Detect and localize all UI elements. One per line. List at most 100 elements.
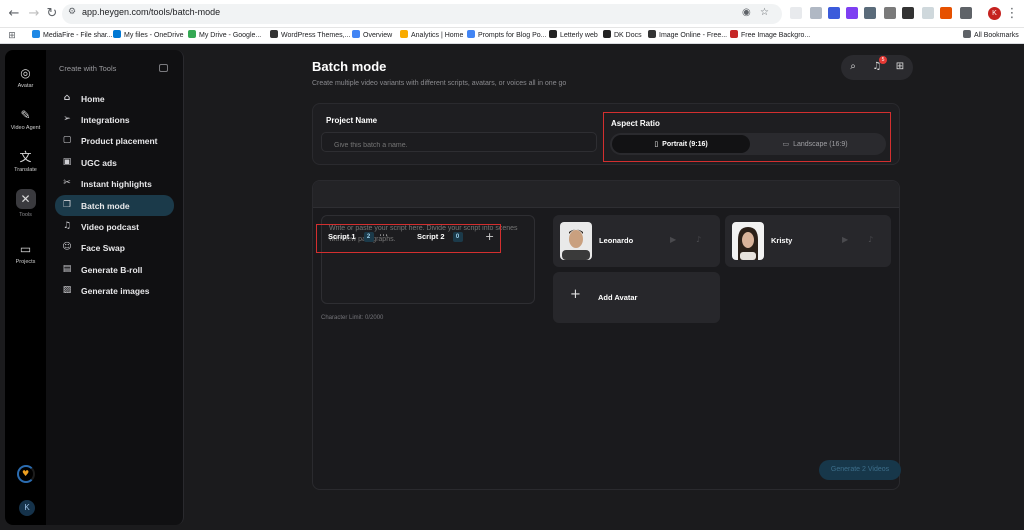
rail-item-tools[interactable]: ✕ Tools	[5, 189, 46, 218]
bookmark-item[interactable]: Free Image Backgro...	[730, 30, 810, 39]
bookmark-favicon	[603, 30, 611, 38]
add-avatar-label: Add Avatar	[598, 293, 638, 302]
extension-icon[interactable]	[940, 7, 952, 19]
bookmark-item[interactable]: Image Online - Free...	[648, 30, 727, 39]
tracking-icon[interactable]: ◉	[742, 7, 751, 18]
play-icon[interactable]: ▶	[670, 235, 676, 244]
browser-toolbar: ← → ↻ ⚙ app.heygen.com/tools/batch-mode …	[0, 0, 1024, 28]
avatar-card-kristy[interactable]: Kristy ▶ ♪	[725, 215, 891, 267]
extension-icon[interactable]	[864, 7, 876, 19]
more-options-icon[interactable]: ⋯	[379, 231, 388, 241]
sidebar-item-batch-mode[interactable]: ❐ Batch mode	[55, 195, 174, 216]
search-icon[interactable]: ⌕	[847, 61, 859, 72]
bookmark-item[interactable]: Letterly web	[549, 30, 598, 39]
bookmark-star-icon[interactable]: ☆	[760, 7, 769, 18]
rail-item-translate[interactable]: 文 Translate	[5, 150, 46, 173]
extensions-puzzle-icon[interactable]	[960, 7, 972, 19]
page-title: Batch mode	[312, 59, 387, 74]
landscape-option[interactable]: ▭ Landscape (16:9)	[746, 135, 884, 153]
extension-icon[interactable]	[884, 7, 896, 19]
rail-item-projects[interactable]: ▭ Projects	[5, 242, 46, 265]
bookmark-item[interactable]: Analytics | Home	[400, 30, 463, 39]
send-icon: ➢	[63, 114, 71, 124]
sidebar-item-face-swap[interactable]: ☺ Face Swap	[55, 237, 174, 258]
bookmark-label: Letterly web	[560, 32, 598, 39]
extension-icon[interactable]	[790, 7, 802, 19]
aspect-ratio-section: Aspect Ratio ▯ Portrait (9:16) ▭ Landscape…	[603, 112, 891, 162]
bookmark-item[interactable]: My files - OneDrive	[113, 30, 184, 39]
sidebar-item-ugc-ads[interactable]: ▣ UGC ads	[55, 152, 174, 173]
address-bar[interactable]: ⚙ app.heygen.com/tools/batch-mode ◉ ☆	[62, 4, 782, 24]
sidebar-item-generate-broll[interactable]: ▤ Generate B-roll	[55, 259, 174, 280]
mute-icon[interactable]: ♪	[868, 235, 873, 244]
forward-icon[interactable]: →	[26, 6, 42, 22]
all-bookmarks[interactable]: All Bookmarks	[963, 30, 1019, 39]
rail-label: Avatar	[17, 83, 34, 89]
reload-icon[interactable]: ↻	[44, 6, 60, 22]
profile-avatar[interactable]: K	[988, 7, 1001, 20]
add-avatar-button[interactable]: + Add Avatar	[553, 272, 720, 323]
sidebar-item-integrations[interactable]: ➢ Integrations	[55, 109, 174, 130]
sidebar-item-label: Batch mode	[81, 201, 130, 211]
bookmark-favicon	[32, 30, 40, 38]
batch-icon: ❐	[62, 200, 72, 210]
tab-count-badge: 0	[452, 232, 463, 242]
project-name-label: Project Name	[326, 116, 378, 125]
rail-item-video-agent[interactable]: ✎ Video Agent	[5, 108, 46, 131]
site-info-icon[interactable]: ⚙	[68, 7, 76, 17]
bookmark-favicon	[188, 30, 196, 38]
bookmark-item[interactable]: Prompts for Blog Po...	[467, 30, 546, 39]
rail-item-avatar[interactable]: ◎ Avatar	[5, 66, 46, 89]
gift-icon[interactable]: ⊞	[894, 61, 906, 72]
extension-icon[interactable]	[846, 7, 858, 19]
extension-icon[interactable]	[810, 7, 822, 19]
bookmark-item[interactable]: My Drive - Google...	[188, 30, 261, 39]
add-script-icon[interactable]: +	[485, 230, 494, 243]
extension-icon[interactable]	[902, 7, 914, 19]
avatar-name: Leonardo	[599, 236, 634, 245]
bookmark-item[interactable]: Overview	[352, 30, 392, 39]
generate-videos-button[interactable]: Generate 2 Videos	[819, 460, 901, 480]
menu-dots-icon[interactable]: ⋮	[1004, 6, 1020, 22]
bookmark-item[interactable]: WordPress Themes,...	[270, 30, 350, 39]
home-icon: ⌂	[63, 93, 71, 103]
bookmark-favicon	[400, 30, 408, 38]
sidebar-item-label: Integrations	[81, 115, 130, 125]
sidebar-item-instant-highlights[interactable]: ✂ Instant highlights	[55, 173, 174, 194]
script-tabbar	[313, 181, 899, 208]
bookmark-favicon	[113, 30, 121, 38]
avatar-photo-kristy	[732, 222, 764, 260]
sidebar-item-video-podcast[interactable]: ♫ Video podcast	[55, 216, 174, 237]
folder-icon	[963, 30, 971, 38]
sidebar-item-generate-images[interactable]: ▨ Generate images	[55, 280, 174, 301]
sidebar-item-label: Generate images	[81, 286, 150, 296]
ugc-icon: ▣	[62, 157, 72, 167]
avatar-card-leonardo[interactable]: Leonardo ▶ ♪	[553, 215, 720, 267]
project-name-input[interactable]	[321, 132, 597, 152]
back-icon[interactable]: ←	[6, 6, 22, 22]
extension-icon[interactable]	[922, 7, 934, 19]
apps-grid-icon[interactable]: ⊞	[4, 28, 20, 44]
tab-script-2[interactable]: Script 2 0	[417, 232, 463, 246]
sidebar-item-label: Video podcast	[81, 222, 139, 232]
sidebar-item-home[interactable]: ⌂ Home	[55, 88, 174, 109]
rail-label: Tools	[19, 212, 32, 218]
bookmark-item[interactable]: DK Docs	[603, 30, 642, 39]
credits-ring[interactable]: ♥	[17, 465, 35, 483]
sidebar-item-label: Home	[81, 94, 105, 104]
sidebar-item-product-placement[interactable]: ▢ Product placement	[55, 130, 174, 151]
portrait-option[interactable]: ▯ Portrait (9:16)	[612, 135, 750, 153]
video-agent-icon: ✎	[20, 108, 31, 122]
tab-label: Script 2	[417, 232, 445, 241]
url-text: app.heygen.com/tools/batch-mode	[82, 7, 221, 17]
podcast-icon: ♫	[62, 221, 72, 231]
sidebar-collapse-icon[interactable]	[159, 64, 168, 72]
bookmark-item[interactable]: MediaFire - File shar...	[32, 30, 113, 39]
extension-icon[interactable]	[828, 7, 840, 19]
app-root: ◎ Avatar ✎ Video Agent 文 Translate ✕ Too…	[0, 45, 1024, 530]
mute-icon[interactable]: ♪	[696, 235, 701, 244]
user-avatar[interactable]: K	[19, 500, 35, 516]
tab-script-1[interactable]: Script 1 2	[328, 232, 374, 246]
play-icon[interactable]: ▶	[842, 235, 848, 244]
bookmark-favicon	[467, 30, 475, 38]
